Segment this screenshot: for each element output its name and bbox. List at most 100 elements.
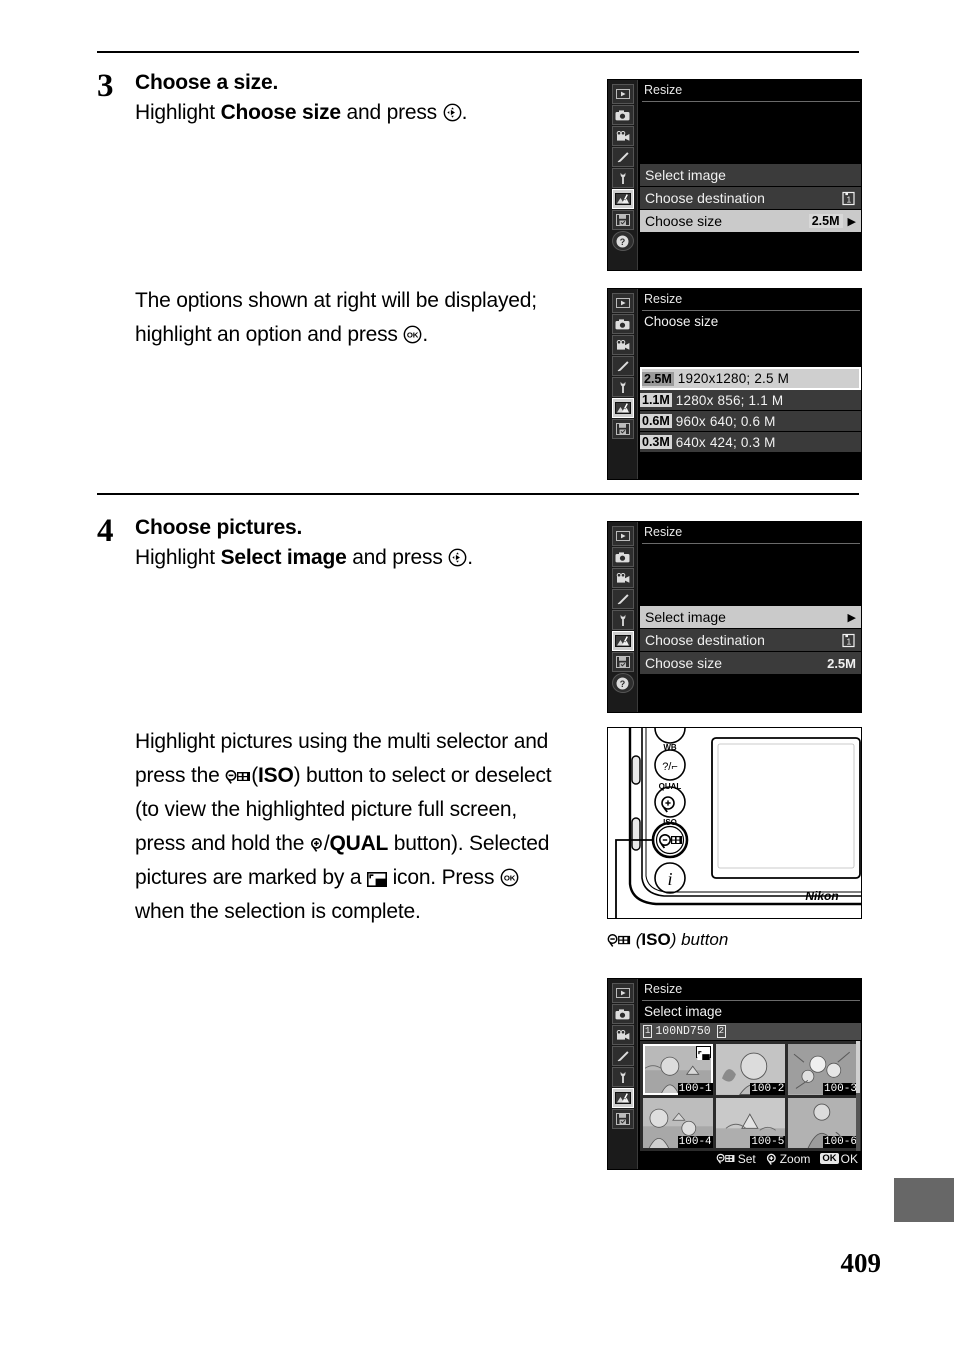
- footer-hint-ok[interactable]: OK OK: [820, 1152, 858, 1166]
- setup-menu-icon[interactable]: [611, 610, 634, 630]
- custom-settings-menu-icon[interactable]: [611, 356, 634, 376]
- help-icon[interactable]: ?: [611, 231, 634, 251]
- setup-menu-icon[interactable]: [611, 1067, 634, 1087]
- step-4-instruction-mid: and press: [346, 545, 449, 569]
- step-3-paragraph-block: The options shown at right will be displ…: [97, 284, 617, 352]
- thumbnail-item[interactable]: 100-5: [715, 1097, 786, 1148]
- movie-shooting-menu-icon[interactable]: [611, 126, 634, 146]
- size-badge: 2.5M: [642, 371, 674, 386]
- screen-footer-hints: Set Zoom OK OK: [640, 1150, 861, 1167]
- chapter-edge-tab: [894, 1178, 954, 1222]
- retouch-menu-icon[interactable]: [611, 398, 634, 418]
- svg-text:OK: OK: [504, 874, 516, 883]
- photo-shooting-menu-icon[interactable]: [611, 547, 634, 567]
- step-3-instruction-bold: Choose size: [220, 100, 342, 124]
- thumbnail-item[interactable]: 100-1: [643, 1044, 713, 1095]
- menu-sidebar: ?: [608, 80, 638, 270]
- thumbnail-label: 100-3: [822, 1082, 858, 1095]
- menu-row-choose-size[interactable]: Choose size 2.5M ▶: [640, 210, 861, 233]
- menu-row-select-image[interactable]: Select image ▶: [640, 606, 861, 629]
- thumbnail-item[interactable]: 100-4: [643, 1097, 713, 1148]
- retouch-menu-icon[interactable]: [611, 631, 634, 651]
- size-option-row[interactable]: 1.1M 1280x 856; 1.1 M: [640, 390, 861, 411]
- step-4-number: 4: [97, 513, 114, 549]
- size-option-row[interactable]: 0.6M 960x 640; 0.6 M: [640, 411, 861, 432]
- recent-settings-menu-icon[interactable]: [611, 1109, 634, 1129]
- recent-settings-menu-icon[interactable]: [611, 419, 634, 439]
- screen-choose-size-options: Resize Choose size 2.5M 1920x1280; 2.5 M…: [607, 288, 862, 480]
- retouch-menu-icon[interactable]: [611, 189, 634, 209]
- step-4: 4 Choose pictures. Highlight Select imag…: [97, 515, 617, 572]
- footer-hint-zoom[interactable]: Zoom: [766, 1151, 811, 1166]
- step-4-instruction-bold: Select image: [220, 545, 347, 569]
- size-badge: 1.1M: [640, 393, 672, 407]
- recent-settings-menu-icon[interactable]: [611, 652, 634, 672]
- step-4-title: Choose pictures.: [135, 516, 303, 539]
- card-slot-1-icon: 1: [643, 1025, 653, 1038]
- step-4-instruction-end: .: [467, 545, 473, 569]
- retouch-menu-icon[interactable]: [611, 1088, 634, 1108]
- playback-menu-icon[interactable]: [611, 526, 634, 546]
- footer-hint-label: Zoom: [779, 1151, 811, 1166]
- step-4-paragraph: Highlight pictures using the multi selec…: [135, 725, 567, 929]
- resize-mark-icon: [366, 872, 387, 888]
- photo-shooting-menu-icon[interactable]: [611, 105, 634, 125]
- menu-row-list: Select image Choose destination 1 Choose…: [640, 164, 861, 233]
- thumbnail-item[interactable]: 100-3: [788, 1044, 858, 1095]
- multi-selector-right-icon: [443, 103, 462, 122]
- card-slot-1-icon: 1: [841, 633, 856, 648]
- screen-resize-menu-choose-size: ? Resize Select image Choose destination…: [607, 79, 862, 271]
- help-icon[interactable]: ?: [611, 673, 634, 693]
- folder-bar: 1 100ND750 2: [640, 1023, 861, 1040]
- svg-text:QUAL: QUAL: [659, 782, 682, 791]
- menu-row-choose-size[interactable]: Choose size 2.5M: [640, 652, 861, 675]
- photo-shooting-menu-icon[interactable]: [611, 314, 634, 334]
- thumbnail-label: 100-2: [750, 1082, 786, 1095]
- step-3-instruction: Highlight Choose size and press .: [135, 99, 617, 127]
- thumbnail-item[interactable]: 100-6: [788, 1097, 858, 1148]
- size-option-row[interactable]: 2.5M 1920x1280; 2.5 M: [640, 367, 861, 390]
- movie-shooting-menu-icon[interactable]: [611, 1025, 634, 1045]
- step-4-paragraph-part-5: icon. Press: [386, 866, 500, 890]
- thumbnail-scrollbar[interactable]: [856, 1041, 860, 1151]
- step-3-paragraph-end: .: [422, 323, 429, 347]
- title-rule: [642, 1000, 860, 1001]
- step-3: 3 Choose a size. Highlight Choose size a…: [97, 70, 617, 127]
- multi-selector-right-icon: [448, 548, 467, 567]
- movie-shooting-menu-icon[interactable]: [611, 568, 634, 588]
- photo-shooting-menu-icon[interactable]: [611, 1004, 634, 1024]
- thumbnail-item[interactable]: 100-2: [715, 1044, 786, 1095]
- playback-menu-icon[interactable]: [611, 293, 634, 313]
- step-4-paragraph-part-6: when the selection is complete.: [135, 900, 421, 924]
- recent-settings-menu-icon[interactable]: [611, 210, 634, 230]
- custom-settings-menu-icon[interactable]: [611, 589, 634, 609]
- chevron-right-icon: ▶: [847, 215, 856, 228]
- step-3-number: 3: [97, 68, 114, 104]
- playback-menu-icon[interactable]: [611, 983, 634, 1003]
- svg-text:1: 1: [847, 636, 852, 646]
- screen-subtitle: Select image: [644, 1004, 723, 1019]
- size-dimensions: 1280x 856; 1.1 M: [675, 392, 784, 408]
- footer-hint-set[interactable]: Set: [716, 1152, 756, 1166]
- menu-row-choose-destination[interactable]: Choose destination 1: [640, 187, 861, 210]
- playback-menu-icon[interactable]: [611, 84, 634, 104]
- thumbnail-label: 100-4: [677, 1136, 713, 1148]
- menu-row-value: 2.5M: [808, 214, 843, 228]
- custom-settings-menu-icon[interactable]: [611, 147, 634, 167]
- menu-row-choose-destination[interactable]: Choose destination 1: [640, 629, 861, 652]
- iso-label: ISO: [258, 764, 294, 788]
- menu-row-label: Select image: [645, 167, 726, 183]
- screen-subtitle: Choose size: [644, 314, 719, 329]
- step-4-paragraph-part-2: (: [251, 764, 259, 788]
- setup-menu-icon[interactable]: [611, 377, 634, 397]
- header-rule: [97, 51, 859, 53]
- svg-text:Nikon: Nikon: [805, 889, 838, 903]
- size-option-row[interactable]: 0.3M 640x 424; 0.3 M: [640, 432, 861, 453]
- custom-settings-menu-icon[interactable]: [611, 1046, 634, 1066]
- step-4-instruction-prefix: Highlight: [135, 545, 221, 569]
- setup-menu-icon[interactable]: [611, 168, 634, 188]
- movie-shooting-menu-icon[interactable]: [611, 335, 634, 355]
- menu-row-select-image[interactable]: Select image: [640, 164, 861, 187]
- svg-text:OK: OK: [407, 331, 419, 340]
- zoom-in-icon: [766, 1153, 778, 1165]
